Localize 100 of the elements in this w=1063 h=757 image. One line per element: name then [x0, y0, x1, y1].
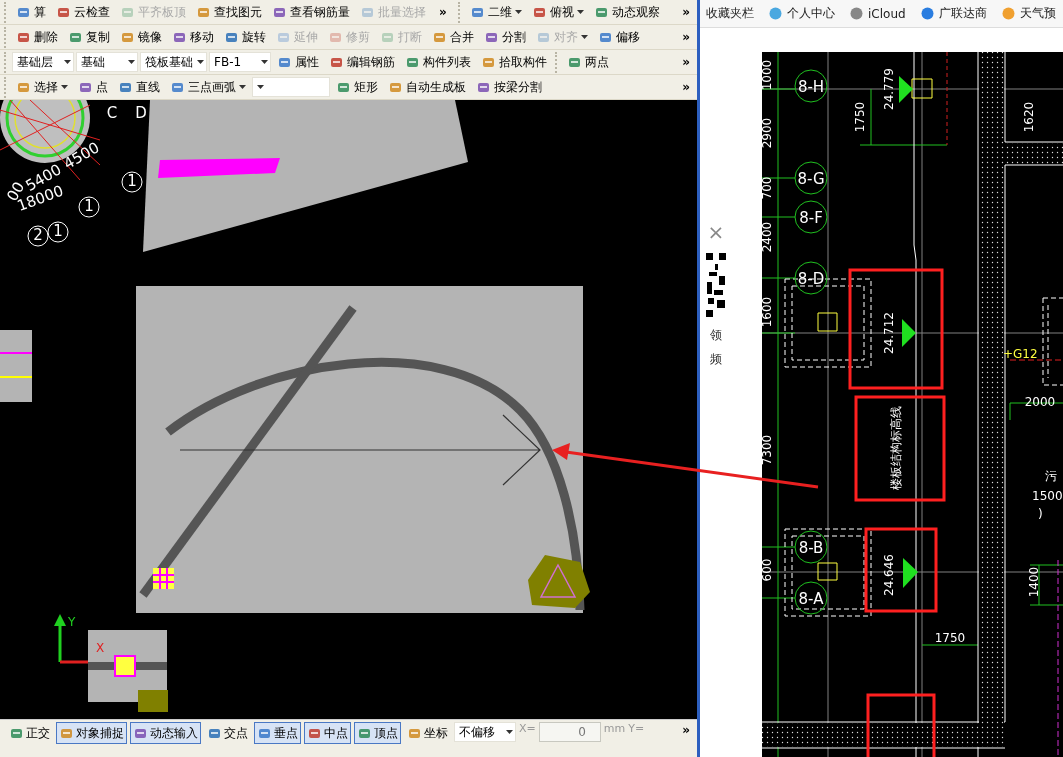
- site-icon: [919, 6, 935, 21]
- elevation-marker: [899, 76, 913, 103]
- caret-icon: [257, 85, 264, 89]
- axis-label: Y: [68, 615, 76, 629]
- elevation-text: 24.779: [882, 68, 896, 110]
- dropdown-select[interactable]: 基础层: [12, 52, 74, 72]
- dimension-text: 1600: [762, 296, 774, 328]
- axis-label: 8-D: [797, 270, 825, 288]
- qr-code-icon: [705, 252, 727, 318]
- favorite-link[interactable]: 收藏夹栏: [706, 5, 754, 22]
- dimension-text: 1750: [934, 631, 966, 645]
- dimension-text: 2400: [762, 221, 774, 253]
- toolbar-button[interactable]: 移动: [168, 26, 218, 48]
- toolbar-button[interactable]: 查看钢筋量: [268, 1, 354, 23]
- toolbar-button[interactable]: 复制: [64, 26, 114, 48]
- toolbar-dropdown-button[interactable]: 二维: [465, 1, 526, 23]
- dropdown-select[interactable]: 基础: [76, 52, 138, 72]
- axis-bubble: [794, 530, 828, 564]
- dimension-text: 1000: [762, 59, 774, 91]
- snap-toggle-button[interactable]: 垂点: [254, 722, 301, 744]
- overflow-chevron[interactable]: »: [675, 722, 697, 738]
- caret-icon: [197, 60, 204, 64]
- toolbar-button[interactable]: 偏移: [594, 26, 644, 48]
- axis-bubble: [121, 171, 143, 193]
- toolbar-button[interactable]: 分割: [480, 26, 530, 48]
- site-icon: [1000, 6, 1016, 21]
- dropdown-select[interactable]: [252, 77, 330, 97]
- annotation-text: +G12: [1003, 347, 1038, 361]
- toolbar-button[interactable]: 编辑钢筋: [325, 51, 399, 73]
- toolbar-button[interactable]: 云检查: [52, 1, 114, 23]
- overflow-chevron[interactable]: »: [675, 79, 697, 95]
- caret-icon: [261, 60, 268, 64]
- axis-bubble: [794, 69, 828, 103]
- y-label: Y=: [628, 722, 645, 735]
- toolbar-button[interactable]: 属性: [273, 51, 323, 73]
- axis-bubble: [78, 196, 100, 218]
- elevation-text: 24.712: [882, 312, 896, 354]
- canvas-label: 2: [33, 226, 43, 244]
- favorite-link[interactable]: iCloud: [849, 6, 906, 21]
- toolbar-button[interactable]: 自动生成板: [384, 76, 470, 98]
- axis-label: 8-G: [797, 170, 825, 188]
- axis-bubble: [794, 161, 828, 195]
- toolbar-button[interactable]: 合并: [428, 26, 478, 48]
- favorite-link[interactable]: 天气预: [1000, 5, 1056, 22]
- dimension-text: 700: [762, 176, 774, 200]
- axis-label: X: [96, 641, 105, 655]
- toolbar-button[interactable]: 动态观察: [589, 1, 664, 23]
- toolbar-dropdown-button[interactable]: 选择: [12, 76, 72, 98]
- x-coordinate-field[interactable]: 0: [538, 722, 601, 742]
- overflow-chevron[interactable]: »: [675, 4, 697, 20]
- toolbar-button[interactable]: 镜像: [116, 26, 166, 48]
- snap-toggle-button[interactable]: 动态输入: [130, 722, 201, 744]
- dimension-text: 1620: [1022, 101, 1036, 133]
- canvas-label: 1: [53, 222, 63, 240]
- triangle-marker-icon: [528, 555, 590, 608]
- favorite-link[interactable]: 广联达商: [919, 5, 987, 22]
- toolbar-button[interactable]: 两点: [563, 51, 613, 73]
- snap-toggle-button[interactable]: 对象捕捉: [56, 722, 127, 744]
- annotation-text: ): [1038, 507, 1043, 521]
- toolbar-button[interactable]: 矩形: [332, 76, 382, 98]
- canvas-label: 1: [84, 197, 94, 215]
- axis-bubble: [794, 581, 828, 615]
- toolbar-button[interactable]: 删除: [12, 26, 62, 48]
- toolbar-button[interactable]: 查找图元: [192, 1, 266, 23]
- axis-label: 8-B: [798, 539, 824, 557]
- snap-toggle-button[interactable]: 中点: [304, 722, 351, 744]
- favorite-link[interactable]: 个人中心: [768, 5, 835, 22]
- caret-icon: [64, 60, 71, 64]
- toolbar-button[interactable]: 算: [12, 1, 50, 23]
- overflow-chevron[interactable]: »: [675, 54, 697, 70]
- axis-bubble: [47, 221, 69, 243]
- site-icon: [849, 6, 864, 21]
- unit-label: mm: [603, 722, 626, 735]
- dimension-text: 2900: [762, 117, 774, 149]
- close-button[interactable]: ×: [707, 222, 725, 242]
- dimension-text: 2000: [1024, 395, 1056, 409]
- axis-bubble: [27, 225, 49, 247]
- dropdown-select[interactable]: FB-1: [209, 52, 271, 72]
- caret-icon: [61, 85, 68, 89]
- toolbar-dropdown-button[interactable]: 三点画弧: [166, 76, 250, 98]
- overflow-chevron[interactable]: »: [675, 29, 697, 45]
- toolbar-button[interactable]: 构件列表: [401, 51, 475, 73]
- overflow-chevron[interactable]: »: [432, 4, 454, 20]
- dimension-text: 1750: [853, 101, 867, 133]
- toolbar-button[interactable]: 直线: [114, 76, 164, 98]
- caret-icon: [514, 10, 522, 14]
- snap-toggle-button[interactable]: 正交: [6, 722, 53, 744]
- offset-dropdown[interactable]: 不偏移: [454, 722, 516, 742]
- toolbar-button[interactable]: 旋转: [220, 26, 270, 48]
- dropdown-select[interactable]: 筏板基础: [140, 52, 207, 72]
- toolbar-button[interactable]: 点: [74, 76, 112, 98]
- snap-toggle-button[interactable]: 交点: [204, 722, 251, 744]
- annotation-text: 污: [1045, 469, 1057, 483]
- toolbar-button[interactable]: 按梁分割: [472, 76, 546, 98]
- axis-label: 8-A: [798, 590, 824, 608]
- snap-toggle-button[interactable]: 顶点: [354, 722, 401, 744]
- snap-toggle-button[interactable]: 坐标: [404, 722, 451, 744]
- caret-icon: [576, 10, 584, 14]
- toolbar-button[interactable]: 拾取构件: [477, 51, 551, 73]
- toolbar-dropdown-button[interactable]: 俯视: [527, 1, 588, 23]
